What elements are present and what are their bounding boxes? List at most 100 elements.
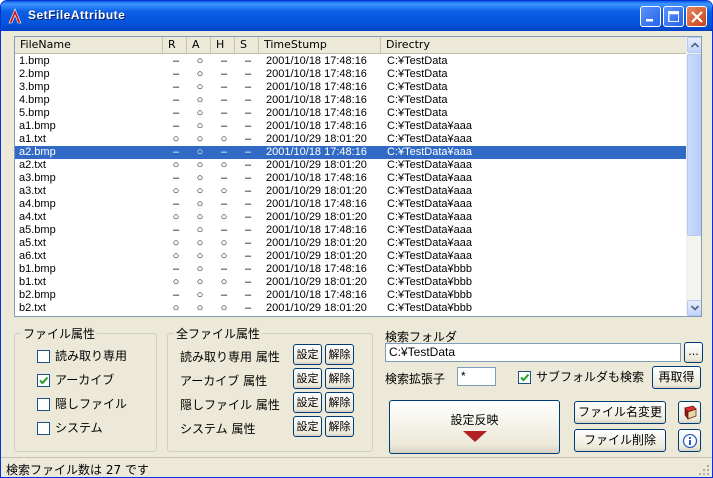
list-item[interactable]: b2.txt ○ ○ ○ – 2001/10/29 18:01:20 C:¥TestData… [15,302,686,315]
hidden-flag-cell: – [220,120,228,132]
archive-flag-cell: ○ [196,185,204,197]
column-header-timestump[interactable]: TimeStump [259,37,381,54]
checkbox-system-box[interactable] [37,422,50,435]
checkbox-archive-box[interactable] [37,374,50,387]
column-header-directry[interactable]: Directry [381,37,686,54]
clear-readonly-button[interactable]: 解除 [325,344,354,365]
archive-flag-cell: ○ [196,107,204,119]
maximize-button[interactable] [663,6,684,27]
delete-file-button[interactable]: ファイル削除 [574,429,666,452]
system-flag-cell: – [244,107,252,119]
list-item[interactable]: 4.bmp – ○ – – 2001/10/18 17:48:16 C:¥TestData [15,94,686,107]
timestamp-cell: 2001/10/18 17:48:16 [266,120,367,132]
list-item[interactable]: a6.txt ○ ○ ○ – 2001/10/29 18:01:20 C:¥TestData… [15,250,686,263]
checkbox-readonly-box[interactable] [37,350,50,363]
window-title: SetFileAttribute [28,8,126,22]
maximize-icon [668,11,679,22]
list-item[interactable]: a5.txt ○ ○ ○ – 2001/10/29 18:01:20 C:¥TestData… [15,237,686,250]
info-button[interactable] [678,429,701,452]
list-item[interactable]: b2.bmp – ○ – – 2001/10/18 17:48:16 C:¥TestData… [15,289,686,302]
list-item[interactable]: a1.bmp – ○ – – 2001/10/18 17:48:16 C:¥TestData… [15,120,686,133]
timestamp-cell: 2001/10/18 17:48:16 [266,107,367,119]
system-flag-cell: – [244,224,252,236]
file-list[interactable]: FileName R A H S TimeStump Directry 1.bm… [14,36,702,317]
list-item[interactable]: a3.bmp – ○ – – 2001/10/18 17:48:16 C:¥TestData… [15,172,686,185]
list-item[interactable]: a1.txt ○ ○ ○ – 2001/10/29 18:01:20 C:¥TestData… [15,133,686,146]
file-attribute-legend: ファイル属性 [23,327,96,341]
apply-settings-button[interactable]: 設定反映 [389,400,560,454]
clear-hidden-button[interactable]: 解除 [325,392,354,413]
checkbox-hidden-box[interactable] [37,398,50,411]
timestamp-cell: 2001/10/18 17:48:16 [266,68,367,80]
help-book-button[interactable] [678,401,701,424]
subfolder-checkbox-box[interactable] [518,371,531,384]
list-item[interactable]: a3.txt ○ ○ ○ – 2001/10/29 18:01:20 C:¥TestData… [15,185,686,198]
checkmark-icon [520,373,530,382]
system-flag-cell: – [244,55,252,67]
list-item[interactable]: b1.txt ○ ○ ○ – 2001/10/29 18:01:20 C:¥TestData… [15,276,686,289]
system-flag-cell: – [244,211,252,223]
set-hidden-button[interactable]: 設定 [293,392,322,413]
column-header-filename[interactable]: FileName [15,37,163,54]
column-header-s[interactable]: S [235,37,259,54]
file-name-cell: a5.txt [19,237,46,249]
readonly-flag-cell: – [172,263,180,275]
archive-flag-cell: ○ [196,250,204,262]
timestamp-cell: 2001/10/29 18:01:20 [266,276,367,288]
file-name-cell: a1.txt [19,133,46,145]
title-bar[interactable]: SetFileAttribute [1,1,712,31]
hidden-flag-cell: – [220,263,228,275]
set-archive-button[interactable]: 設定 [293,368,322,389]
search-folder-input[interactable]: C:¥TestData [385,343,681,362]
hidden-flag-cell: ○ [220,250,228,262]
column-header-h[interactable]: H [211,37,235,54]
set-system-button[interactable]: 設定 [293,416,322,437]
refresh-button[interactable]: 再取得 [652,366,701,389]
list-item[interactable]: 1.bmp – ○ – – 2001/10/18 17:48:16 C:¥TestData [15,55,686,68]
scroll-up-button[interactable] [687,37,701,53]
timestamp-cell: 2001/10/29 18:01:20 [266,159,367,171]
resize-grip-icon[interactable] [698,464,710,476]
directory-cell: C:¥TestData¥aaa [387,224,472,236]
scroll-thumb[interactable] [687,54,701,236]
list-item[interactable]: a2.bmp – ○ – – 2001/10/18 17:48:16 C:¥TestData… [15,145,686,160]
search-extension-input[interactable]: * [457,367,496,386]
system-flag-cell: – [244,172,252,184]
file-name-cell: a4.txt [19,211,46,223]
browse-folder-button[interactable]: ... [684,342,703,363]
hidden-flag-cell: – [220,81,228,93]
list-item[interactable]: 2.bmp – ○ – – 2001/10/18 17:48:16 C:¥TestData [15,68,686,81]
set-readonly-button[interactable]: 設定 [293,344,322,365]
system-flag-cell: – [244,276,252,288]
archive-flag-cell: ○ [196,172,204,184]
list-item[interactable]: a5.bmp – ○ – – 2001/10/18 17:48:16 C:¥TestData… [15,224,686,237]
clear-system-button[interactable]: 解除 [325,416,354,437]
timestamp-cell: 2001/10/29 18:01:20 [266,302,367,314]
minimize-button[interactable] [640,6,661,27]
scroll-down-button[interactable] [687,300,701,316]
file-name-cell: a2.bmp [19,146,56,158]
timestamp-cell: 2001/10/18 17:48:16 [266,81,367,93]
list-item[interactable]: b1.bmp – ○ – – 2001/10/18 17:48:16 C:¥TestData… [15,263,686,276]
archive-flag-cell: ○ [196,55,204,67]
list-item[interactable]: a2.txt ○ ○ ○ – 2001/10/29 18:01:20 C:¥TestData… [15,159,686,172]
timestamp-cell: 2001/10/18 17:48:16 [266,94,367,106]
apply-settings-label: 設定反映 [450,413,499,427]
system-flag-cell: – [244,302,252,314]
directory-cell: C:¥TestData¥aaa [387,120,472,132]
column-header-r[interactable]: R [163,37,187,54]
column-header-a[interactable]: A [187,37,211,54]
file-name-cell: b2.txt [19,302,46,314]
clear-archive-button[interactable]: 解除 [325,368,354,389]
search-extension-label: 検索拡張子 [385,372,446,386]
rename-file-button[interactable]: ファイル名変更 [574,401,666,424]
file-name-cell: a6.txt [19,250,46,262]
close-button[interactable] [686,6,707,27]
system-flag-cell: – [244,146,252,158]
list-item[interactable]: a4.bmp – ○ – – 2001/10/18 17:48:16 C:¥TestData… [15,198,686,211]
list-vertical-scrollbar[interactable] [686,37,701,316]
list-item[interactable]: 3.bmp – ○ – – 2001/10/18 17:48:16 C:¥TestData [15,81,686,94]
hidden-flag-cell: – [220,172,228,184]
list-item[interactable]: a4.txt ○ ○ ○ – 2001/10/29 18:01:20 C:¥TestData… [15,211,686,224]
list-item[interactable]: 5.bmp – ○ – – 2001/10/18 17:48:16 C:¥TestData [15,107,686,120]
